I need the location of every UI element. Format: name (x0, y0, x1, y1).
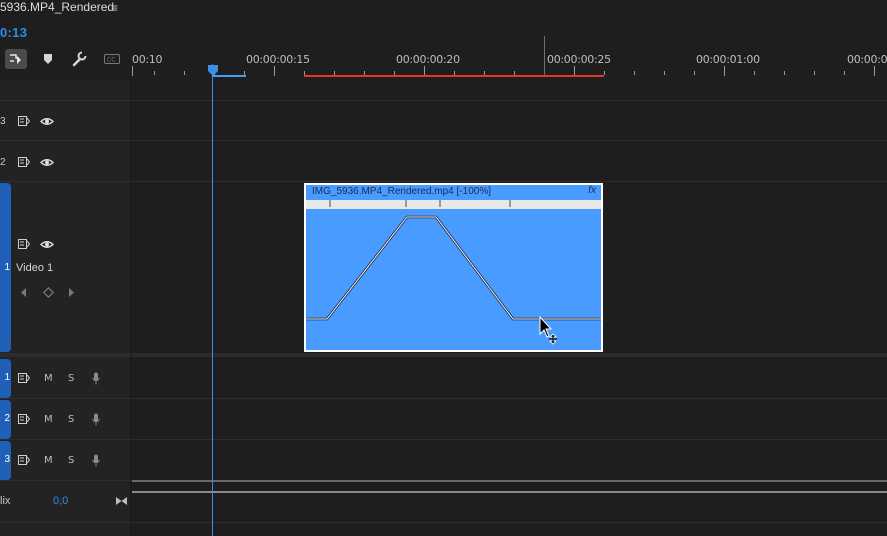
microphone-icon[interactable] (89, 452, 103, 468)
sync-lock-icon[interactable] (17, 412, 31, 426)
snap-icon[interactable] (5, 49, 27, 69)
next-keyframe-icon[interactable] (66, 286, 76, 298)
ruler-label: 00:00:00:20 (396, 53, 460, 66)
add-keyframe-icon[interactable] (41, 285, 55, 299)
playhead-handle[interactable] (207, 64, 219, 80)
work-area-bar[interactable] (304, 75, 604, 77)
microphone-icon[interactable] (89, 411, 103, 427)
wrench-icon[interactable] (68, 49, 90, 69)
mix-volume-value[interactable]: 0,0 (53, 495, 68, 507)
microphone-icon[interactable] (89, 370, 103, 386)
solo-button[interactable]: S (68, 455, 74, 466)
mix-label: lix (0, 495, 11, 507)
mute-button[interactable]: M (44, 414, 53, 425)
svg-text:CC: CC (107, 57, 115, 64)
clip-title: IMG_5936.MP4_Rendered.mp4 [-100%] (306, 185, 601, 199)
track-headers-panel (0, 80, 131, 536)
eye-icon[interactable] (39, 114, 55, 128)
sync-lock-icon[interactable] (17, 453, 31, 467)
ruler-label: 00:10 (132, 53, 163, 66)
sync-lock-icon[interactable] (17, 114, 31, 128)
sync-lock-icon[interactable] (17, 155, 31, 169)
sequence-title[interactable]: 5936.MP4_Rendered (0, 0, 260, 16)
captions-icon[interactable]: CC (101, 49, 123, 69)
playhead-line[interactable] (212, 64, 213, 536)
clip-keyframe-strip (306, 200, 601, 209)
previous-keyframe-icon[interactable] (19, 286, 29, 298)
track-id-v2[interactable]: 2 (0, 157, 6, 168)
eye-icon[interactable] (39, 237, 55, 251)
eye-icon[interactable] (39, 155, 55, 169)
ruler-label: 00:00:00:25 (547, 53, 611, 66)
playhead-timecode[interactable]: 0:13 (0, 25, 27, 40)
ruler-label: 00:00:01:00 (696, 53, 760, 66)
sync-lock-icon[interactable] (17, 237, 31, 251)
track-name-video-1[interactable]: Video 1 (16, 262, 53, 274)
bowtie-icon[interactable] (113, 494, 129, 508)
mute-button[interactable]: M (44, 455, 53, 466)
fx-badge[interactable]: fx (588, 185, 596, 196)
mute-button[interactable]: M (44, 373, 53, 384)
solo-button[interactable]: S (68, 373, 74, 384)
solo-button[interactable]: S (68, 414, 74, 425)
hamburger-icon[interactable]: ≡ (111, 1, 118, 15)
track-id-v3[interactable]: 3 (0, 116, 6, 127)
sync-lock-icon[interactable] (17, 371, 31, 385)
ruler-label: 00:00:00:15 (246, 53, 310, 66)
track-id-a2[interactable]: 2 (0, 400, 11, 439)
track-id-a3[interactable]: 3 (0, 441, 11, 480)
marker-icon[interactable] (37, 49, 59, 69)
ruler-label: 00:00:01 (847, 53, 887, 66)
pointer-cursor-icon (539, 315, 559, 351)
track-id-a1[interactable]: 1 (0, 359, 11, 398)
time-ruler[interactable]: 00:10 00:00:00:15 00:00:00:20 00:00:00:2… (132, 36, 887, 80)
track-id-v1[interactable]: 1 (0, 183, 11, 352)
